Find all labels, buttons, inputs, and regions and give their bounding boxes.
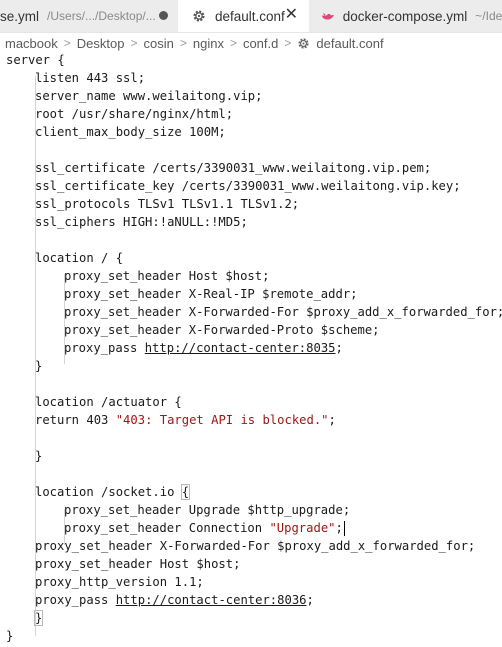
code-token: ; <box>335 341 343 355</box>
code-line: listen 443 ssl; <box>35 71 146 85</box>
code-line: ssl_certificate_key /certs/3390031_www.w… <box>35 179 461 193</box>
gear-icon <box>193 10 205 22</box>
code-token: proxy_pass <box>64 341 145 355</box>
tab-bar: se.yml /Users/.../Desktop/... default.co… <box>0 0 502 33</box>
text-cursor <box>343 521 346 536</box>
breadcrumb-item[interactable]: conf.d <box>243 36 278 51</box>
code-line: } <box>35 449 43 463</box>
close-icon[interactable]: ✕ <box>285 7 298 23</box>
breadcrumb-item[interactable]: nginx <box>193 36 224 51</box>
code-token: proxy_pass <box>35 593 116 607</box>
code-line: location / { <box>35 251 124 265</box>
code-line: location /actuator { <box>35 395 182 409</box>
breadcrumb-item[interactable]: Desktop <box>77 36 125 51</box>
tab-path: ~/Idea <box>475 9 502 23</box>
docker-icon <box>321 12 334 20</box>
code-line: } <box>6 629 14 643</box>
code-line: proxy_set_header Host $host; <box>64 269 270 283</box>
code-line: root /usr/share/nginx/html; <box>35 107 234 121</box>
code-line: } <box>34 609 44 627</box>
code-line: } <box>35 359 43 373</box>
code-link[interactable]: http://contact-center:8035 <box>145 341 336 355</box>
code-line: proxy_set_header X-Real-IP $remote_addr; <box>64 287 358 301</box>
chevron-right-icon: > <box>229 36 237 50</box>
breadcrumb: macbook > Desktop > cosin > nginx > conf… <box>0 32 502 54</box>
tab-docker-compose[interactable]: docker-compose.yml ~/Idea <box>309 0 502 32</box>
code-line: proxy_set_header X-Forwarded-Proto $sche… <box>64 323 380 337</box>
code-token: location /socket.io <box>35 485 182 499</box>
code-line: proxy_pass http://contact-center:8035; <box>64 339 343 357</box>
tab-label: default.conf <box>215 8 285 24</box>
chevron-right-icon: > <box>284 36 292 50</box>
code-line: proxy_pass http://contact-center:8036; <box>35 591 314 609</box>
tab-default-conf[interactable]: default.conf ✕ <box>178 0 309 32</box>
code-line: proxy_set_header Host $host; <box>35 557 241 571</box>
chevron-right-icon: > <box>130 36 138 50</box>
bracket-match: { <box>180 484 191 500</box>
breadcrumb-item[interactable]: cosin <box>143 36 173 51</box>
code-line: client_max_body_size 100M; <box>35 125 226 139</box>
code-line: ssl_certificate /certs/3390031_www.weila… <box>35 161 432 175</box>
code-token: ; <box>335 521 343 535</box>
chevron-right-icon: > <box>179 36 187 50</box>
bracket-match: } <box>34 610 44 626</box>
code-line: proxy_set_header Connection "Upgrade"; <box>64 519 346 537</box>
tab-label: se.yml <box>0 8 40 24</box>
code-line: ssl_ciphers HIGH:!aNULL:!MD5; <box>35 215 248 229</box>
breadcrumb-item[interactable]: macbook <box>5 36 58 51</box>
tab-se-yml[interactable]: se.yml /Users/.../Desktop/... <box>0 0 178 32</box>
code-line: server_name www.weilaitong.vip; <box>35 89 263 103</box>
code-line: return 403 "403: Target API is blocked."… <box>35 411 336 429</box>
code-token: proxy_set_header Connection <box>64 521 270 535</box>
code-line: proxy_set_header Upgrade $http_upgrade; <box>64 503 351 517</box>
code-line: proxy_set_header X-Forwarded-For $proxy_… <box>35 539 476 553</box>
code-line: proxy_set_header X-Forwarded-For $proxy_… <box>64 305 502 319</box>
unsaved-dot-icon[interactable] <box>159 11 168 20</box>
tab-path: /Users/.../Desktop/... <box>47 9 156 23</box>
code-string: "403: Target API is blocked." <box>115 413 329 427</box>
code-editor[interactable]: server { listen 443 ssl; server_name www… <box>0 54 502 647</box>
code-token: return 403 <box>35 413 116 427</box>
code-line: location /socket.io { <box>35 483 191 501</box>
code-line: proxy_http_version 1.1; <box>35 575 204 589</box>
code-line: ssl_protocols TLSv1 TLSv1.1 TLSv1.2; <box>35 197 300 211</box>
code-line: server { <box>6 54 65 67</box>
breadcrumb-item[interactable]: default.conf <box>316 36 383 51</box>
code-string: "Upgrade" <box>269 521 336 535</box>
code-token: ; <box>306 593 314 607</box>
tab-label: docker-compose.yml <box>342 8 468 24</box>
gear-icon <box>298 37 310 49</box>
code-link[interactable]: http://contact-center:8036 <box>116 593 307 607</box>
code-token: ; <box>328 413 336 427</box>
chevron-right-icon: > <box>63 36 71 50</box>
